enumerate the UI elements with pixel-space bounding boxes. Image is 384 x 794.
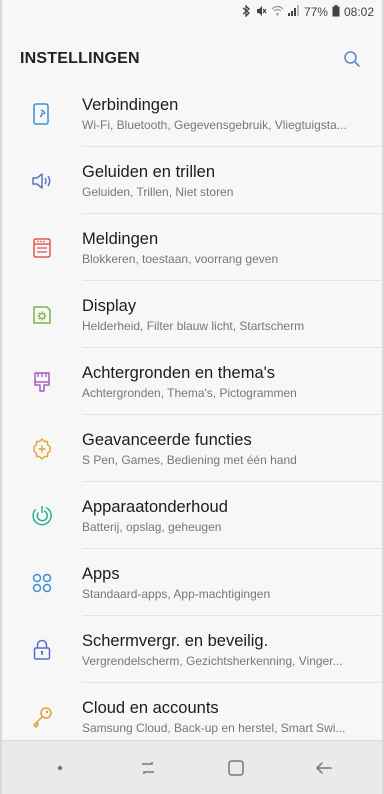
header: INSTELLINGEN	[2, 38, 382, 80]
settings-item-advanced[interactable]: Geavanceerde functies S Pen, Games, Bedi…	[2, 415, 382, 482]
settings-item-label: Geluiden en trillen	[82, 162, 215, 181]
wifi-icon	[271, 5, 284, 19]
clock: 08:02	[343, 5, 374, 19]
settings-item-security[interactable]: Schermvergr. en beveilig. Vergrendelsche…	[2, 616, 382, 683]
phone-screen: 77% 08:02 INSTELLINGEN Verbindingen Wi-F…	[0, 0, 384, 794]
home-icon[interactable]	[216, 748, 256, 788]
settings-item-wallpapers[interactable]: Achtergronden en thema's Achtergronden, …	[2, 348, 382, 415]
display-icon	[2, 302, 82, 328]
page-title: INSTELLINGEN	[20, 50, 140, 67]
settings-item-label: Display	[82, 296, 137, 315]
back-icon[interactable]	[304, 748, 344, 788]
settings-item-label: Apps	[82, 564, 120, 583]
settings-item-label: Schermvergr. en beveilig.	[82, 631, 269, 650]
settings-item-display[interactable]: Display Helderheid, Filter blauw licht, …	[2, 281, 382, 348]
settings-list: Verbindingen Wi-Fi, Bluetooth, Gegevensg…	[2, 80, 382, 740]
navigation-bar	[2, 740, 382, 794]
lock-icon	[2, 637, 82, 663]
signal-icon	[287, 5, 300, 19]
settings-item-label: Apparaatonderhoud	[82, 497, 228, 516]
key-icon	[2, 704, 82, 730]
settings-item-apps[interactable]: Apps Standaard-apps, App-machtigingen	[2, 549, 382, 616]
gear-plus-icon	[2, 436, 82, 462]
settings-item-cloud[interactable]: Cloud en accounts Samsung Cloud, Back-up…	[2, 683, 382, 740]
battery-icon	[332, 4, 340, 20]
connections-icon	[2, 101, 82, 127]
settings-item-sounds[interactable]: Geluiden en trillen Geluiden, Trillen, N…	[2, 147, 382, 214]
settings-item-subtitle: Wi-Fi, Bluetooth, Gegevensgebruik, Vlieg…	[82, 117, 347, 132]
search-icon[interactable]	[340, 47, 364, 71]
mute-icon	[255, 5, 267, 20]
battery-percentage: 77%	[303, 5, 328, 19]
apps-icon	[2, 570, 82, 596]
settings-item-notifications[interactable]: Meldingen Blokkeren, toestaan, voorrang …	[2, 214, 382, 281]
dot-icon[interactable]	[40, 748, 80, 788]
settings-item-subtitle: Helderheid, Filter blauw licht, Startsch…	[82, 318, 305, 333]
notifications-icon	[2, 235, 82, 261]
settings-item-subtitle: Batterij, opslag, geheugen	[82, 519, 222, 534]
settings-item-label: Verbindingen	[82, 95, 179, 114]
settings-item-label: Achtergronden en thema's	[82, 363, 276, 382]
settings-item-subtitle: Geluiden, Trillen, Niet storen	[82, 184, 234, 199]
settings-item-label: Geavanceerde functies	[82, 430, 252, 449]
settings-item-connections[interactable]: Verbindingen Wi-Fi, Bluetooth, Gegevensg…	[2, 80, 382, 147]
settings-item-label: Meldingen	[82, 229, 159, 248]
settings-item-label: Cloud en accounts	[82, 698, 219, 717]
brush-icon	[2, 369, 82, 395]
settings-item-subtitle: Blokkeren, toestaan, voorrang geven	[82, 251, 279, 266]
settings-item-subtitle: Achtergronden, Thema's, Pictogrammen	[82, 385, 297, 400]
recent-apps-icon[interactable]	[128, 748, 168, 788]
speaker-icon	[2, 168, 82, 194]
status-bar: 77% 08:02	[2, 0, 382, 24]
settings-item-subtitle: Vergrendelscherm, Gezichtsherkenning, Vi…	[82, 653, 343, 668]
device-care-icon	[2, 503, 82, 529]
settings-item-subtitle: Samsung Cloud, Back-up en herstel, Smart…	[82, 720, 346, 735]
settings-item-maintenance[interactable]: Apparaatonderhoud Batterij, opslag, gehe…	[2, 482, 382, 549]
settings-item-subtitle: S Pen, Games, Bediening met één hand	[82, 452, 297, 467]
bluetooth-icon	[242, 3, 251, 20]
settings-item-subtitle: Standaard-apps, App-machtigingen	[82, 586, 271, 601]
